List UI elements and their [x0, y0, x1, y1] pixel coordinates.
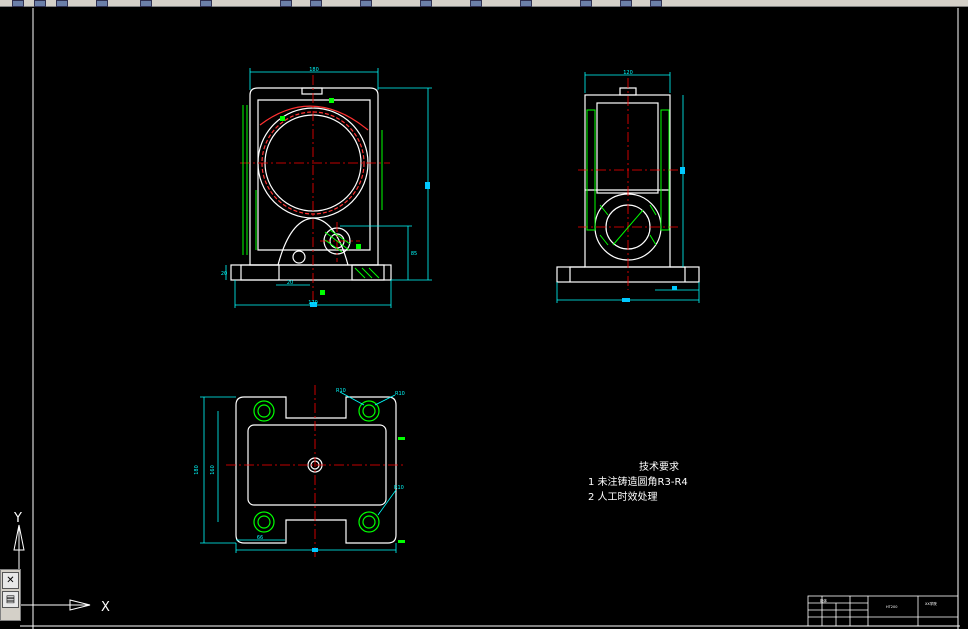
match-icon[interactable] [620, 0, 632, 7]
dim-front-height: 85 [411, 251, 417, 257]
tech-item-1: 1 未注铸造圆角R3-R4 [588, 475, 688, 488]
dim-r10-a: R10 [336, 388, 346, 394]
paste-icon[interactable] [280, 0, 292, 7]
redo-icon[interactable] [360, 0, 372, 7]
title-block-material: HT200 [886, 605, 897, 609]
dim-r10-c: R10 [394, 485, 404, 491]
plan-view: 180 160 66 R10 R10 R10 [194, 385, 406, 558]
dim-plan-height-inner: 160 [210, 465, 216, 475]
front-view: 180 170 20 85 20 [221, 67, 432, 308]
new-icon[interactable] [12, 0, 24, 7]
cut-icon[interactable] [140, 0, 152, 7]
dim-side-width: 120 [623, 70, 633, 76]
save-icon[interactable] [56, 0, 68, 7]
properties-palette-icon[interactable]: ▤ [2, 591, 19, 608]
side-view: 120 [556, 70, 700, 303]
pan-icon[interactable] [420, 0, 432, 7]
technical-requirements: 技术要求 1 未注铸造圆角R3-R4 2 人工时效处理 [588, 460, 688, 503]
ucs-icon [13, 524, 91, 611]
help-icon[interactable] [650, 0, 662, 7]
ucs-y-label: Y [13, 511, 22, 526]
dim-r10-b: R10 [395, 391, 405, 397]
standard-toolbar [0, 0, 968, 7]
open-icon[interactable] [34, 0, 46, 7]
undo-icon[interactable] [310, 0, 322, 7]
properties-icon[interactable] [520, 0, 532, 7]
tech-title: 技术要求 [639, 460, 679, 473]
dim-front-width: 180 [309, 67, 319, 73]
title-block-school: XX学院 [925, 601, 937, 606]
title-block-name: 箱体 [820, 598, 828, 603]
zoom-icon[interactable] [470, 0, 482, 7]
close-icon[interactable]: ✕ [2, 572, 19, 589]
dim-plan-bottom: 66 [257, 535, 263, 541]
ucs-x-label: X [101, 600, 110, 615]
drawing-canvas[interactable]: 180 170 20 85 20 120 180 160 66 R10 R10 … [0, 7, 968, 629]
copy-icon[interactable] [200, 0, 212, 7]
dim-front-base: 170 [308, 300, 318, 306]
dim-plan-height: 180 [194, 465, 200, 475]
dim-front-left: 20 [221, 271, 227, 277]
title-block [807, 595, 959, 627]
print-icon[interactable] [96, 0, 108, 7]
drawing-frame [20, 8, 960, 629]
dim-front-small: 20 [287, 280, 293, 286]
tool-palette: ✕ ▤ [0, 569, 21, 621]
layer-icon[interactable] [580, 0, 592, 7]
tech-item-2: 2 人工时效处理 [588, 490, 658, 503]
